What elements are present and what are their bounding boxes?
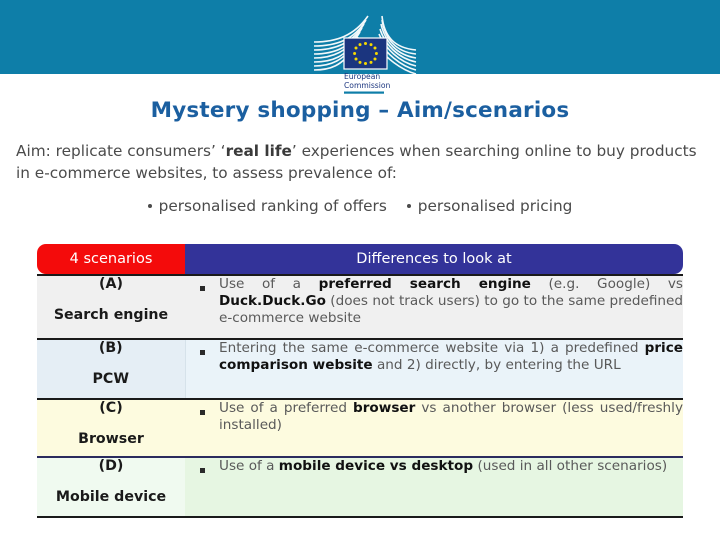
scenario-name-c: Browser — [78, 431, 144, 447]
scenario-description-a: Use of a preferred search engine (e.g. G… — [219, 274, 683, 339]
scenario-bullet-b — [184, 338, 219, 399]
page-title: Mystery shopping – Aim/scenarios — [150, 98, 570, 123]
bullet-dot-icon — [147, 204, 152, 208]
aim-bold-real-life: real life — [225, 142, 292, 160]
scenarios-count-badge: 4 scenarios — [37, 244, 185, 274]
european-commission-logo: European Commission — [310, 12, 430, 94]
scenario-description-d: Use of a mobile device vs desktop (used … — [219, 456, 683, 518]
eu-commission-logo-icon: European Commission — [313, 15, 417, 94]
aim-paragraph: Aim: replicate consumers’ ‘real life’ ex… — [16, 140, 710, 184]
scenario-bullet-d — [185, 456, 219, 518]
scenario-name-d: Mobile device — [55, 489, 167, 505]
scenario-label-a: (A) Search engine — [37, 274, 185, 339]
square-bullet-icon — [199, 468, 205, 473]
aim-bullet-item-1: personalised pricing — [406, 197, 573, 215]
scenario-label-d: (D) Mobile device — [37, 456, 185, 518]
aim-bullet-list: personalised ranking of offers personalis… — [0, 197, 720, 215]
square-bullet-icon — [199, 410, 205, 415]
square-bullet-icon — [199, 286, 205, 291]
scenario-label-b: (B) PCW — [37, 338, 185, 399]
scenario-name-b: PCW — [92, 371, 129, 387]
logo-line1: European — [344, 72, 380, 81]
scenario-code-d: (D) — [98, 458, 124, 474]
aim-bullet-item-0: personalised ranking of offers — [147, 197, 387, 215]
scenario-name-a: Search engine — [53, 307, 169, 323]
scenario-code-c: (C) — [99, 400, 123, 416]
aim-bullet-label-0: personalised ranking of offers — [158, 197, 387, 215]
scenario-code-b: (B) — [98, 340, 123, 356]
square-bullet-icon — [199, 350, 205, 355]
table-header-row: 4 scenarios Differences to look at — [37, 244, 683, 275]
scenario-description-c: Use of a preferred browser vs another br… — [219, 398, 683, 457]
scenarios-table: 4 scenarios Differences to look at (A) S… — [37, 244, 683, 518]
aim-prefix: Aim: replicate consumers’ ‘ — [16, 142, 226, 160]
logo-underline — [344, 91, 384, 94]
table-header-right-cell: Differences to look at — [185, 244, 683, 275]
scenario-code-a: (A) — [99, 276, 123, 292]
scenario-label-c: (C) Browser — [37, 398, 185, 457]
scenario-bullet-c — [185, 398, 219, 457]
table-row: (D) Mobile device Use of a mobile device… — [37, 456, 683, 518]
table-header-left-cell: 4 scenarios — [37, 244, 185, 275]
aim-bullet-label-1: personalised pricing — [417, 197, 573, 215]
scenario-description-b: Entering the same e-commerce website via… — [219, 338, 683, 399]
bullet-dot-icon — [406, 204, 411, 208]
scenario-bullet-a — [185, 274, 219, 339]
table-row: (B) PCW Entering the same e-commerce web… — [37, 338, 683, 399]
table-row: (C) Browser Use of a preferred browser v… — [37, 398, 683, 457]
logo-line2: Commission — [344, 81, 391, 90]
slide-canvas: European Commission Mystery shopping – A… — [0, 0, 720, 540]
differences-header-badge: Differences to look at — [185, 244, 683, 274]
table-row: (A) Search engine Use of a preferred sea… — [37, 274, 683, 339]
